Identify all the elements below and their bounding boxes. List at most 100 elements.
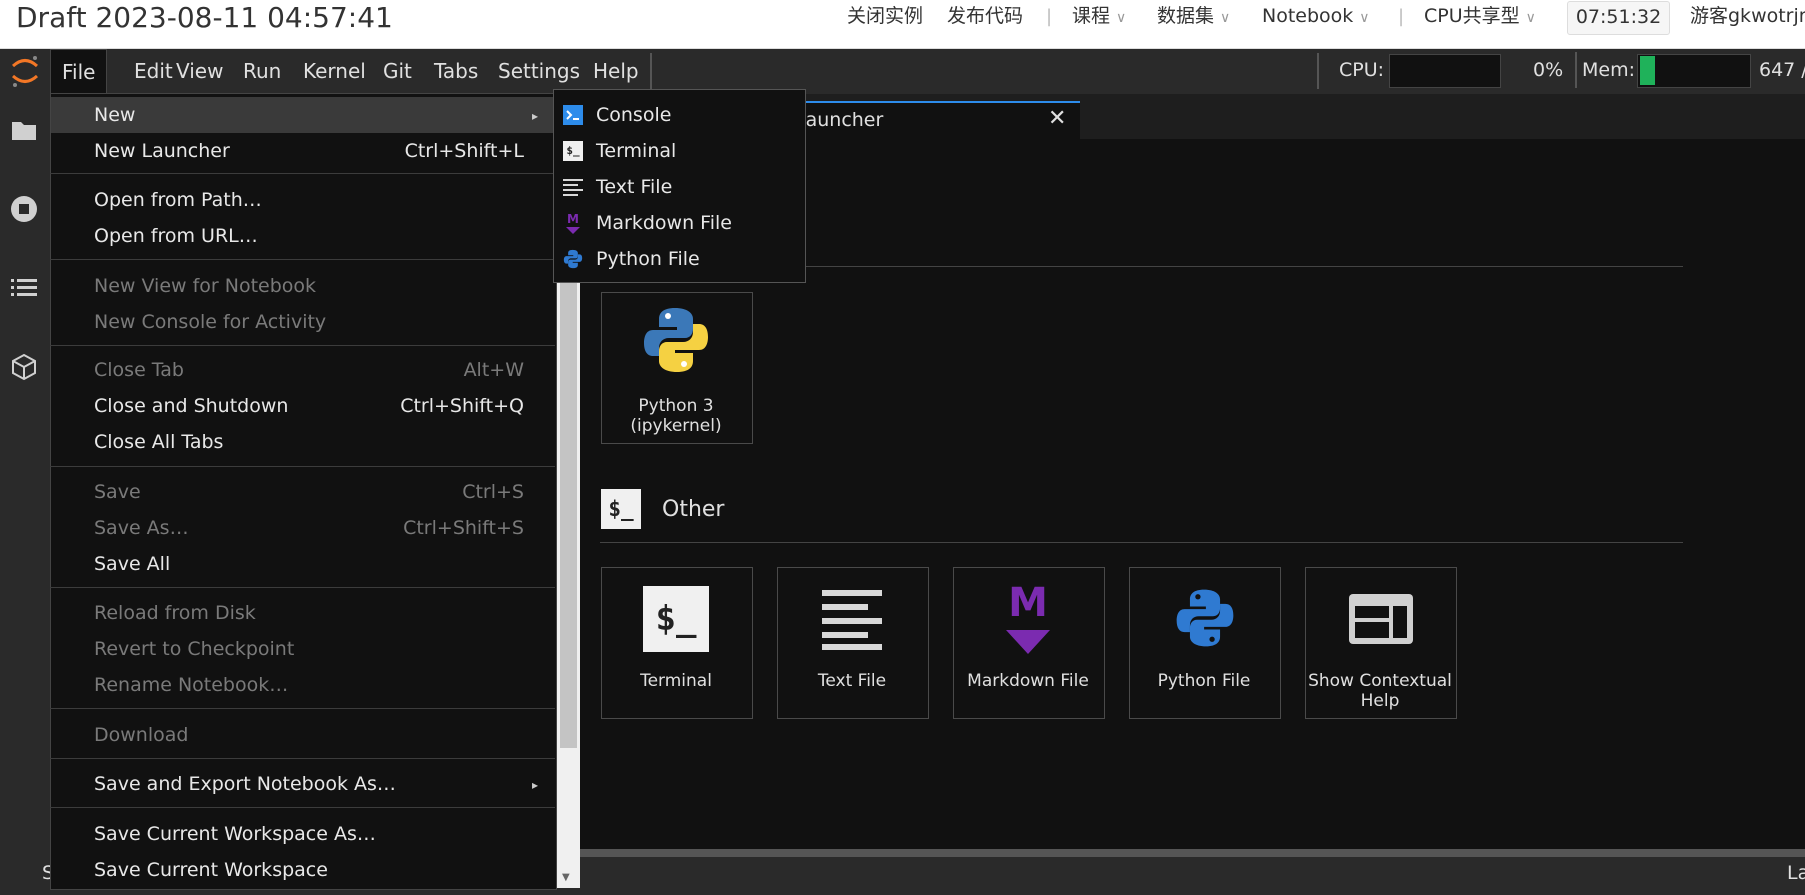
menu-item-close-tab[interactable]: Close Tab: [94, 352, 184, 388]
shortcut-new-launcher: Ctrl+Shift+L: [404, 140, 524, 162]
contextual-help-card-label: Show Contextual Help: [1308, 671, 1452, 711]
contextual-help-icon: [1347, 592, 1415, 646]
shortcut-close-and-shutdown: Ctrl+Shift+Q: [400, 395, 524, 417]
markdown-file-card-label: Markdown File: [967, 671, 1089, 691]
menu-separator: [50, 807, 555, 808]
other-section-heading: Other: [662, 497, 725, 522]
horizontal-scrollbar[interactable]: [580, 849, 1805, 857]
mem-value: 647 /: [1759, 59, 1805, 81]
svg-text:M: M: [1008, 582, 1048, 626]
text-file-icon: [563, 177, 583, 197]
notebook-dropdown[interactable]: Notebook ∨: [1262, 4, 1370, 30]
menu-item-download[interactable]: Download: [94, 717, 188, 753]
chevron-down-icon: ∨: [1116, 10, 1127, 26]
resource-dropdown[interactable]: CPU共享型 ∨: [1424, 4, 1536, 30]
resource-divider: [1317, 53, 1319, 89]
chevron-down-icon: ∨: [1359, 10, 1370, 26]
menu-item-reload-from-disk[interactable]: Reload from Disk: [94, 595, 256, 631]
python-file-icon: [563, 249, 583, 269]
terminal-icon: $_: [643, 586, 709, 652]
python-file-icon: [1174, 587, 1236, 649]
extensions-icon[interactable]: [0, 347, 48, 387]
cpu-meter: [1389, 54, 1501, 88]
menu-item-open-from-path[interactable]: Open from Path…: [94, 182, 262, 218]
menu-settings[interactable]: Settings: [487, 49, 591, 94]
menu-item-save-as[interactable]: Save As…: [94, 510, 189, 546]
menu-item-new-view[interactable]: New View for Notebook: [94, 268, 316, 304]
resource-label: CPU共享型: [1424, 5, 1520, 27]
scroll-down-arrow-icon[interactable]: ▼: [562, 872, 570, 883]
menu-separator: [50, 758, 555, 759]
tab-launcher-label: Launcher: [795, 109, 884, 131]
dataset-dropdown[interactable]: 数据集 ∨: [1157, 4, 1230, 30]
menu-separator: [50, 173, 555, 174]
menu-item-close-and-shutdown[interactable]: Close and Shutdown: [94, 388, 288, 424]
menu-item-save-workspace-as[interactable]: Save Current Workspace As…: [94, 816, 376, 852]
notebook-label: Notebook: [1262, 5, 1354, 27]
python3-kernel-label: Python 3 (ipykernel): [630, 396, 722, 436]
menu-separator: [50, 345, 555, 346]
menu-item-new[interactable]: New: [94, 97, 135, 133]
menu-item-save-all[interactable]: Save All: [94, 546, 170, 582]
menu-item-open-from-url[interactable]: Open from URL…: [94, 218, 258, 254]
menu-tabs[interactable]: Tabs: [423, 49, 489, 94]
close-icon[interactable]: ✕: [1048, 106, 1066, 131]
menu-item-new-console[interactable]: New Console for Activity: [94, 304, 326, 340]
menu-file[interactable]: File: [50, 49, 108, 94]
cpu-label: CPU:: [1339, 59, 1385, 81]
text-file-card-label: Text File: [817, 671, 887, 691]
submenu-arrow-icon: ▸: [532, 778, 539, 792]
menu-item-revert-to-checkpoint[interactable]: Revert to Checkpoint: [94, 631, 294, 667]
shortcut-save: Ctrl+S: [462, 481, 524, 503]
menu-item-rename-notebook[interactable]: Rename Notebook…: [94, 667, 288, 703]
shortcut-close-tab: Alt+W: [463, 359, 524, 381]
submenu-item-text-file[interactable]: Text File: [596, 169, 672, 205]
menu-help[interactable]: Help: [582, 49, 650, 94]
section-divider: [600, 542, 1683, 543]
python-file-card-label: Python File: [1157, 671, 1251, 691]
markdown-icon: M: [1000, 580, 1056, 654]
course-label: 课程: [1072, 5, 1111, 27]
menu-view[interactable]: View: [165, 49, 234, 94]
course-dropdown[interactable]: 课程 ∨: [1072, 4, 1126, 30]
python-logo-icon: [641, 305, 711, 375]
menu-item-close-all-tabs[interactable]: Close All Tabs: [94, 424, 223, 460]
terminal-section-icon: $_: [601, 489, 641, 529]
cpu-value: 0%: [1533, 59, 1564, 81]
close-instance-link[interactable]: 关闭实例: [847, 4, 923, 28]
text-file-icon: [822, 588, 884, 650]
menu-kernel[interactable]: Kernel: [292, 49, 377, 94]
header-divider: |: [1398, 6, 1405, 27]
submenu-item-python-file[interactable]: Python File: [596, 241, 700, 277]
menu-item-save-workspace[interactable]: Save Current Workspace: [94, 852, 328, 888]
menu-item-save-and-export[interactable]: Save and Export Notebook As…: [94, 766, 396, 802]
user-name[interactable]: 游客gkwotrjnt: [1690, 4, 1805, 28]
menu-item-save[interactable]: Save: [94, 474, 141, 510]
meter-divider: [1575, 52, 1577, 88]
publish-code-link[interactable]: 发布代码: [947, 4, 1023, 28]
mem-meter-fill: [1640, 56, 1655, 85]
menu-separator: [50, 708, 555, 709]
submenu-item-markdown-file[interactable]: Markdown File: [596, 205, 732, 241]
menu-git[interactable]: Git: [372, 49, 423, 94]
submenu-item-terminal[interactable]: Terminal: [596, 133, 676, 169]
running-icon[interactable]: [0, 189, 48, 229]
menu-item-new-launcher[interactable]: New Launcher: [94, 133, 230, 169]
status-right-text: La: [1787, 862, 1805, 884]
draft-title: Draft 2023-08-11 04:57:41: [16, 1, 393, 34]
table-of-contents-icon[interactable]: [0, 268, 48, 308]
terminal-icon: $_: [563, 141, 583, 161]
console-icon: [563, 105, 583, 125]
submenu-arrow-icon: ▸: [532, 109, 539, 123]
jupyter-logo-icon: [8, 52, 42, 90]
menu-separator: [50, 466, 555, 467]
menu-divider: [650, 53, 652, 89]
folder-icon[interactable]: [0, 110, 48, 150]
submenu-item-console[interactable]: Console: [596, 97, 671, 133]
markdown-icon: M: [563, 212, 583, 234]
mem-label: Mem:: [1582, 59, 1635, 81]
menu-run[interactable]: Run: [232, 49, 292, 94]
menu-separator: [50, 259, 555, 260]
chevron-down-icon: ∨: [1525, 10, 1536, 26]
terminal-card-label: Terminal: [640, 671, 712, 691]
